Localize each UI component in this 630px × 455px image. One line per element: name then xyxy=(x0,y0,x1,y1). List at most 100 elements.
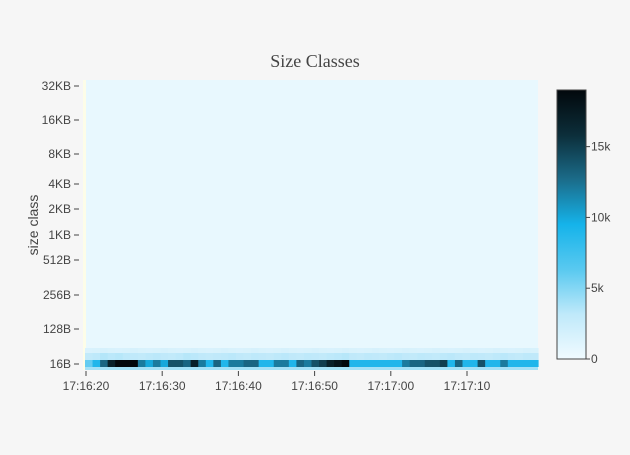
heatmap-cell xyxy=(477,348,486,353)
heatmap-cell xyxy=(273,353,282,360)
heatmap-cell xyxy=(492,348,501,353)
heatmap-cell xyxy=(492,353,501,360)
heatmap-cell xyxy=(341,348,350,353)
heatmap-cell xyxy=(251,360,260,367)
heatmap-cell xyxy=(266,360,275,367)
x-tick-label: 17:17:10 xyxy=(444,379,491,393)
heatmap-cell xyxy=(500,360,509,367)
heatmap-cell xyxy=(432,348,441,353)
heatmap-cell xyxy=(500,348,509,353)
heatmap-cell xyxy=(107,360,116,367)
y-tick-label: 1KB xyxy=(48,228,71,242)
heatmap-cell xyxy=(258,353,267,360)
heatmap-cell xyxy=(258,348,267,353)
y-tick-label: 256B xyxy=(43,288,71,302)
heatmap-cell xyxy=(152,348,162,353)
heatmap-cell xyxy=(92,348,101,353)
heatmap-cell xyxy=(341,360,350,367)
heatmap-cell xyxy=(273,360,282,367)
heatmap-cell xyxy=(168,348,177,353)
heatmap-cell xyxy=(371,360,381,367)
heatmap-cell xyxy=(220,348,230,353)
heatmap-cell xyxy=(462,360,471,367)
heatmap-cell xyxy=(311,353,320,360)
heatmap-cell xyxy=(379,353,388,360)
heatmap-cell xyxy=(439,360,448,367)
heatmap-cell xyxy=(85,348,94,353)
chart-container: Size Classes 17:16:20 17:16:30 17:16:40 17:… xyxy=(0,0,630,450)
heatmap-cell xyxy=(92,360,101,367)
heatmap-cell xyxy=(130,348,139,353)
heatmap-cell xyxy=(228,353,237,360)
heatmap-cell xyxy=(288,360,297,367)
heatmap-cell xyxy=(236,353,245,360)
heatmap-cell xyxy=(326,348,335,353)
x-tick-label: 17:17:00 xyxy=(367,379,414,393)
y-tick-label: 4KB xyxy=(48,177,71,191)
heatmap-cell xyxy=(387,360,396,367)
heatmap-cell xyxy=(364,353,373,360)
heatmap-cell xyxy=(190,353,199,360)
heatmap-cell xyxy=(107,348,116,353)
heatmap-edge-strip xyxy=(85,367,538,370)
heatmap-cell xyxy=(462,353,471,360)
heatmap-cell xyxy=(236,360,245,367)
heatmap-cell xyxy=(228,360,237,367)
heatmap-cell xyxy=(107,353,116,360)
heatmap-cell xyxy=(402,360,411,367)
y-tick-label: 8KB xyxy=(48,147,71,161)
x-tick-label: 17:16:40 xyxy=(215,379,262,393)
y-tick-label: 16KB xyxy=(42,113,71,127)
heatmap-cell xyxy=(371,353,381,360)
heatmap-cell xyxy=(349,353,358,360)
heatmap-cell xyxy=(424,360,433,367)
heatmap-cell xyxy=(296,353,305,360)
y-tick-label: 2KB xyxy=(48,202,71,216)
heatmap-cell xyxy=(85,353,94,360)
heatmap-cell xyxy=(266,353,275,360)
heatmap-cell xyxy=(175,360,184,367)
heatmap-cell xyxy=(213,360,222,367)
heatmap-cell xyxy=(296,348,305,353)
heatmap-cell xyxy=(145,348,154,353)
heatmap-cell xyxy=(447,360,456,367)
colorbar-tick-label: 10k xyxy=(591,210,611,224)
heatmap-cell xyxy=(507,360,516,367)
heatmap-cell xyxy=(334,348,343,353)
heatmap-cell xyxy=(356,353,365,360)
colorbar-gradient xyxy=(556,89,587,360)
heatmap-cell xyxy=(485,348,494,353)
heatmap-cell xyxy=(470,353,479,360)
heatmap-background-cells xyxy=(85,80,538,370)
heatmap-cell xyxy=(364,348,373,353)
heatmap-cell xyxy=(175,353,184,360)
x-tick-label: 17:16:50 xyxy=(291,379,338,393)
heatmap-cell xyxy=(243,348,252,353)
heatmap-cell xyxy=(379,348,388,353)
heatmap-cell xyxy=(122,360,131,367)
heatmap-cell xyxy=(303,360,313,367)
y-tick-label: 16B xyxy=(50,357,71,371)
heatmap-cell xyxy=(243,360,252,367)
heatmap-cell xyxy=(183,353,192,360)
heatmap-cell xyxy=(356,348,365,353)
heatmap-cell xyxy=(462,348,471,353)
heatmap-cell xyxy=(341,353,350,360)
heatmap-cell xyxy=(522,353,532,360)
heatmap-cell xyxy=(160,360,169,367)
heatmap-cell xyxy=(409,353,418,360)
heatmap-cell xyxy=(394,348,403,353)
heatmap-cell xyxy=(160,353,169,360)
heatmap-cell xyxy=(130,360,139,367)
x-tick-label: 17:16:30 xyxy=(139,379,186,393)
heatmap-cell xyxy=(417,360,426,367)
heatmap-cell xyxy=(251,353,260,360)
heatmap-cell xyxy=(122,353,131,360)
heatmap-cell xyxy=(349,348,358,353)
heatmap-cell xyxy=(281,353,290,360)
heatmap-cell xyxy=(387,353,396,360)
heatmap-cell xyxy=(205,348,214,353)
heatmap-cell xyxy=(470,360,479,367)
heatmap-cell xyxy=(424,353,433,360)
heatmap-cell xyxy=(205,360,214,367)
